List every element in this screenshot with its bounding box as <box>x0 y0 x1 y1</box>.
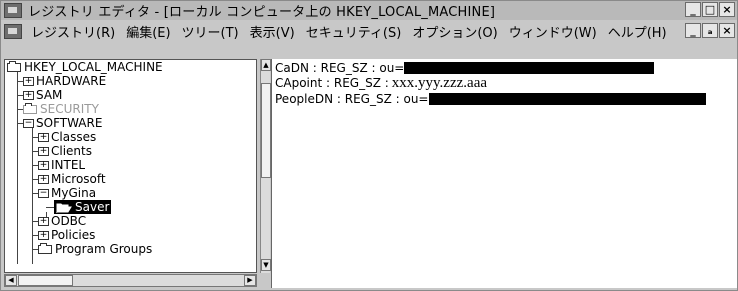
maximize-button[interactable]: □ <box>702 2 718 17</box>
menu-registry[interactable]: レジストリ(R) <box>31 22 115 41</box>
menu-help[interactable]: ヘルプ(H) <box>608 22 667 41</box>
expand-icon[interactable]: + <box>38 216 49 226</box>
tree-connector <box>32 128 33 264</box>
collapse-icon[interactable]: − <box>38 188 49 198</box>
tree-item-label: HARDWARE <box>36 74 107 88</box>
tree-item-security[interactable]: SECURITY <box>23 102 99 116</box>
title-bar[interactable]: レジストリ エディタ - [ローカル コンピュータ上の HKEY_LOCAL_M… <box>1 1 737 20</box>
registry-editor-window: レジストリ エディタ - [ローカル コンピュータ上の HKEY_LOCAL_M… <box>0 0 738 291</box>
tree-horizontal-scrollbar[interactable]: ◀ ▶ <box>4 274 257 287</box>
tree-item-label: SOFTWARE <box>36 116 103 130</box>
tree-item-hardware[interactable]: + HARDWARE <box>23 74 106 88</box>
scroll-up-arrow[interactable]: ▲ <box>261 59 271 71</box>
selected-key: Saver <box>54 200 112 214</box>
expand-icon[interactable]: + <box>23 76 34 86</box>
menu-tree[interactable]: ツリー(T) <box>182 22 239 41</box>
tree-item-saver[interactable]: Saver <box>54 200 112 214</box>
scroll-left-arrow[interactable]: ◀ <box>5 275 17 286</box>
tree-item-label: Saver <box>75 200 110 214</box>
expand-icon[interactable]: + <box>38 160 49 170</box>
tree-item-label: INTEL <box>51 158 86 172</box>
scroll-thumb[interactable] <box>261 83 271 178</box>
tree-item-label: Microsoft <box>51 172 106 186</box>
value-entry: PeopleDN : REG_SZ : ou= <box>275 92 429 106</box>
child-restore-button[interactable]: ₐ <box>702 23 718 38</box>
tree-item-label: Policies <box>51 228 96 242</box>
window-title: レジストリ エディタ - [ローカル コンピュータ上の HKEY_LOCAL_M… <box>28 5 496 20</box>
tree-item-mygina[interactable]: − MyGina <box>38 186 96 200</box>
tree-item-label: Program Groups <box>55 242 153 256</box>
horizontal-scroll-thumb[interactable] <box>18 275 73 286</box>
menu-options[interactable]: オプション(O) <box>412 22 497 41</box>
scroll-down-arrow[interactable]: ▼ <box>261 259 271 271</box>
tree-item-clients[interactable]: + Clients <box>38 144 92 158</box>
minimize-button[interactable]: _ <box>685 2 701 17</box>
folder-open-icon <box>7 60 21 72</box>
menu-edit[interactable]: 編集(E) <box>126 22 170 41</box>
tree-item-program-groups[interactable]: Program Groups <box>38 242 152 256</box>
child-close-button[interactable]: × <box>719 23 735 38</box>
tree-vertical-scrollbar[interactable]: ▲ ▼ <box>260 59 271 273</box>
tree-item-software[interactable]: − SOFTWARE <box>23 116 102 130</box>
expand-icon[interactable]: + <box>38 132 49 142</box>
tree-item-hkey-local-machine[interactable]: HKEY_LOCAL_MACHINE <box>7 60 163 74</box>
value-data: xxx.yyy.zzz.aaa <box>391 75 488 91</box>
value-entry: CaDN : REG_SZ : ou= <box>275 61 405 75</box>
menu-window[interactable]: ウィンドウ(W) <box>509 22 597 41</box>
expand-icon[interactable]: + <box>38 174 49 184</box>
tree-item-classes[interactable]: + Classes <box>38 130 96 144</box>
tree-item-label: SECURITY <box>40 102 99 116</box>
tree-connector <box>46 207 54 208</box>
tree-item-microsoft[interactable]: + Microsoft <box>38 172 106 186</box>
value-row-cadn[interactable]: CaDN : REG_SZ : ou= <box>275 61 655 75</box>
menu-bar: レジストリ(R) 編集(E) ツリー(T) 表示(V) セキュリティ(S) オプ… <box>1 21 737 41</box>
redacted-value <box>428 93 706 105</box>
tree-item-label: MyGina <box>51 186 97 200</box>
scroll-right-arrow[interactable]: ▶ <box>244 275 256 286</box>
value-entry: CApoint : REG_SZ : <box>275 76 389 90</box>
value-row-peopledn[interactable]: PeopleDN : REG_SZ : ou= <box>275 92 706 106</box>
menu-security[interactable]: セキュリティ(S) <box>306 22 402 41</box>
menu-view[interactable]: 表示(V) <box>250 22 295 41</box>
window-controls: _ □ × <box>685 2 735 17</box>
tree-item-policies[interactable]: + Policies <box>38 228 95 242</box>
open-folder-icon <box>56 203 72 213</box>
registry-app-icon <box>4 3 22 18</box>
expand-icon[interactable]: + <box>38 146 49 156</box>
tree-item-label: Classes <box>51 130 97 144</box>
child-window-controls: _ ₐ × <box>685 23 735 38</box>
tree-item-sam[interactable]: + SAM <box>23 88 62 102</box>
collapse-icon[interactable]: − <box>23 118 34 128</box>
folder-icon <box>23 102 37 114</box>
expand-icon[interactable]: + <box>38 230 49 240</box>
value-row-capoint[interactable]: CApoint : REG_SZ : xxx.yyy.zzz.aaa <box>275 75 488 91</box>
close-button[interactable]: × <box>719 2 735 17</box>
tree-item-label: ODBC <box>51 214 87 228</box>
expand-icon[interactable]: + <box>23 90 34 100</box>
redacted-value <box>404 62 655 74</box>
tree-item-label: HKEY_LOCAL_MACHINE <box>24 60 163 74</box>
tree-item-odbc[interactable]: + ODBC <box>38 214 86 228</box>
child-minimize-button[interactable]: _ <box>685 23 701 38</box>
tree-item-intel[interactable]: + INTEL <box>38 158 85 172</box>
tree-item-label: SAM <box>36 88 63 102</box>
key-tree-pane[interactable]: HKEY_LOCAL_MACHINE + HARDWARE + SAM SECU… <box>4 59 257 273</box>
value-pane[interactable]: CaDN : REG_SZ : ou= CApoint : REG_SZ : x… <box>271 59 737 288</box>
tree-connector <box>17 72 18 264</box>
folder-icon <box>38 242 52 254</box>
child-window-icon[interactable] <box>4 23 22 39</box>
tree-item-label: Clients <box>51 144 92 158</box>
